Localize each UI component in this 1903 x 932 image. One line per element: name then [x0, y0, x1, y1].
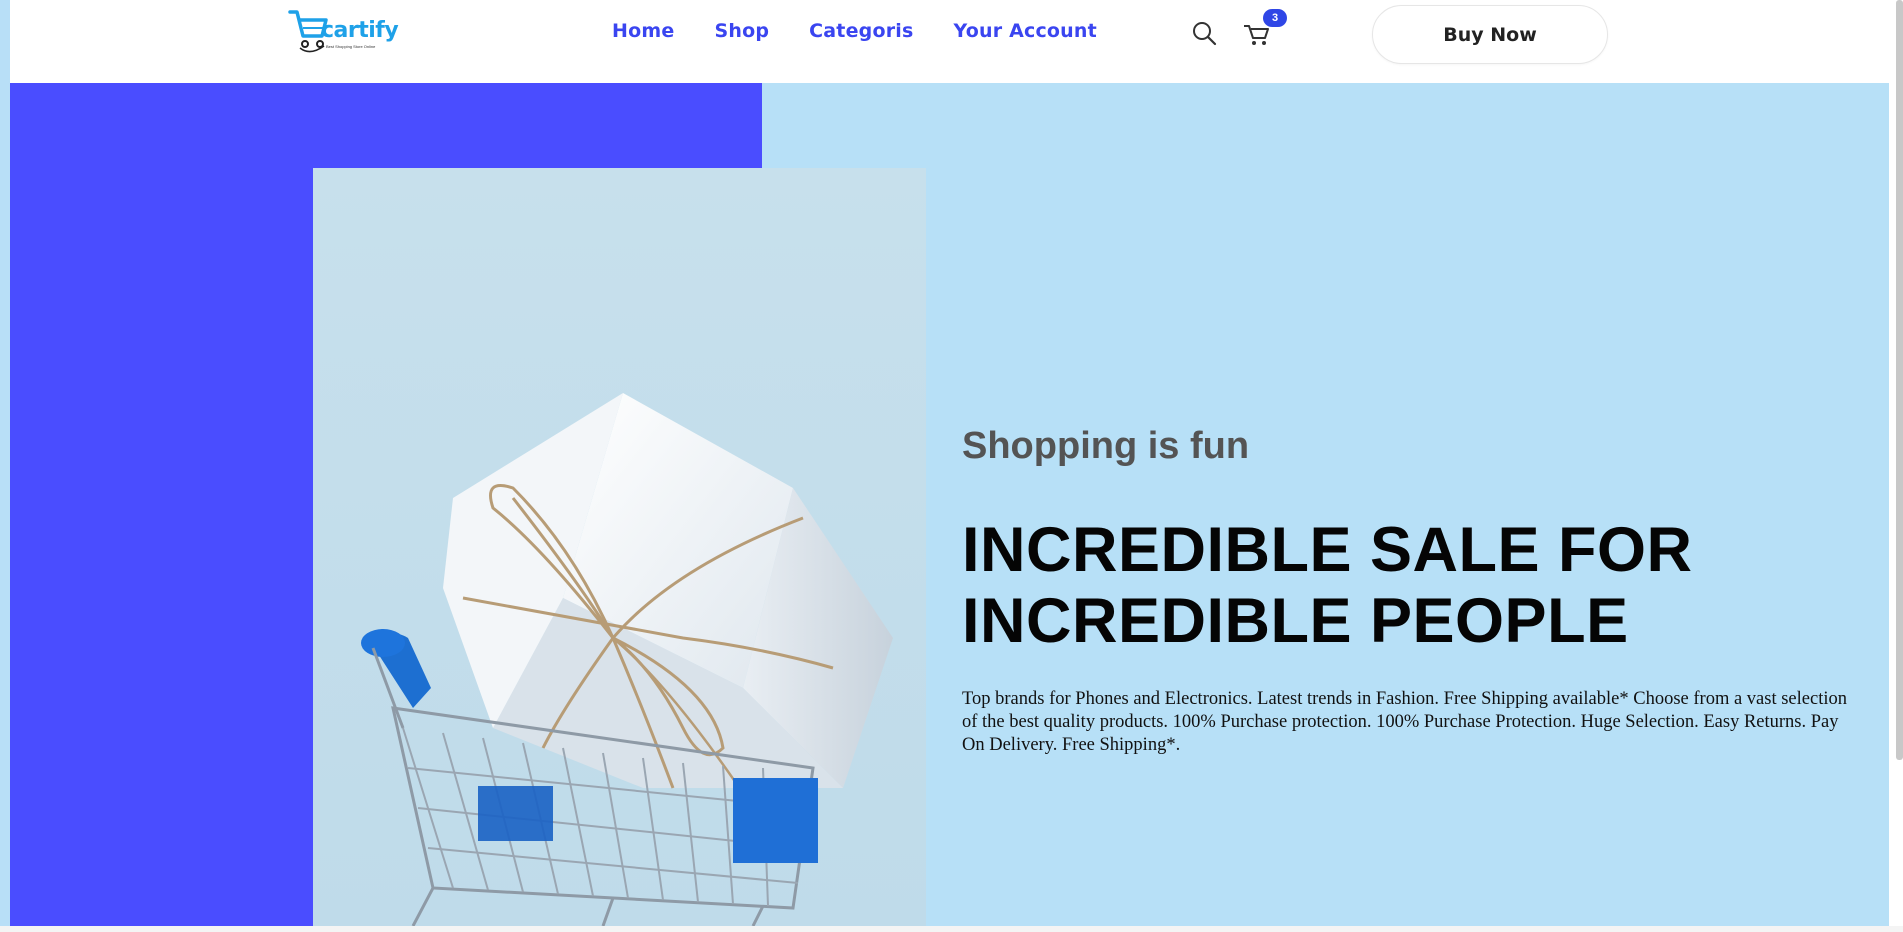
search-button[interactable] — [1190, 18, 1220, 48]
hero-headline-line-2: INCREDIBLE PEOPLE — [962, 586, 1629, 656]
hero-section: Shopping is fun INCREDIBLE SALE FOR INCR… — [10, 83, 1889, 926]
nav-shop[interactable]: Shop — [714, 20, 769, 42]
hero-subtitle: Shopping is fun — [962, 425, 1250, 467]
logo-tagline: Best Shopping Store Online — [326, 44, 376, 49]
nav-home[interactable]: Home — [612, 20, 674, 42]
cart-count-badge: 3 — [1263, 9, 1287, 27]
page-scrollbar[interactable] — [1896, 0, 1903, 760]
page-left-edge — [0, 0, 10, 932]
hero-headline: INCREDIBLE SALE FOR INCREDIBLE PEOPLE — [962, 515, 1862, 657]
site-logo[interactable]: cartify Best Shopping Store Online — [288, 8, 408, 58]
hero-image — [313, 168, 926, 926]
gift-in-shopping-cart-image — [361, 393, 893, 926]
hero-headline-line-1: INCREDIBLE SALE FOR — [962, 515, 1693, 585]
search-icon — [1193, 22, 1217, 46]
nav-categories[interactable]: Categoris — [809, 20, 913, 42]
nav-your-account[interactable]: Your Account — [954, 20, 1097, 42]
page-bottom-edge — [0, 926, 1903, 932]
buy-now-button[interactable]: Buy Now — [1372, 5, 1608, 64]
hero-description: Top brands for Phones and Electronics. L… — [962, 689, 1847, 755]
main-navigation: Home Shop Categoris Your Account — [612, 20, 1097, 42]
logo-wordmark: cartify — [321, 18, 399, 43]
site-header: cartify Best Shopping Store Online Home … — [10, 0, 1889, 83]
